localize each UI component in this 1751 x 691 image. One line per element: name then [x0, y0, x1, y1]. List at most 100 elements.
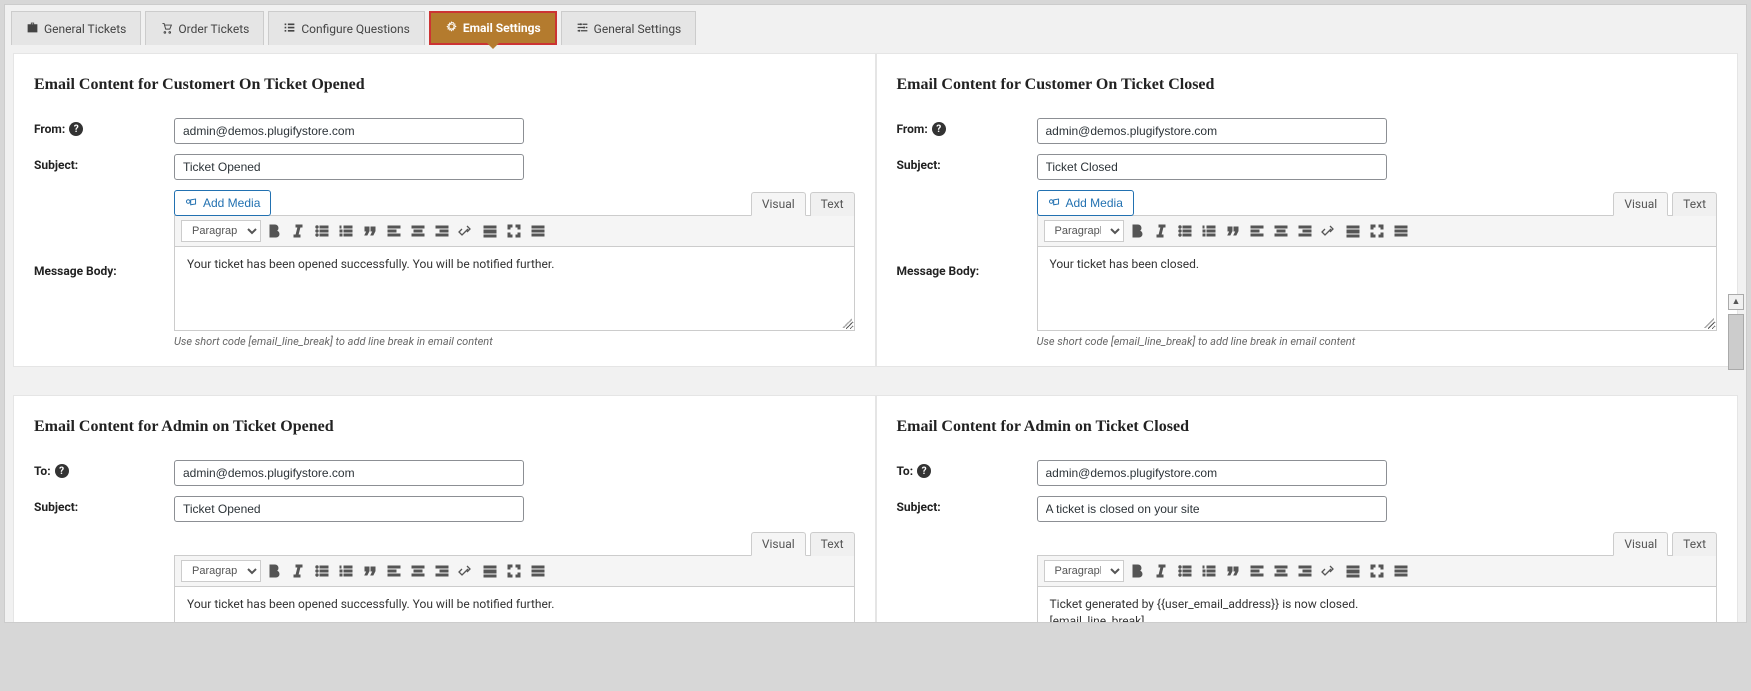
bullet-list-icon[interactable]: [311, 560, 333, 582]
numbered-list-icon[interactable]: [335, 220, 357, 242]
italic-icon[interactable]: [1150, 560, 1172, 582]
align-left-icon[interactable]: [383, 560, 405, 582]
panel-heading: Email Content for Customer On Ticket Clo…: [897, 76, 1718, 94]
scrollbar-thumb[interactable]: [1728, 314, 1744, 370]
editor-body[interactable]: Ticket generated by {{user_email_address…: [1037, 587, 1718, 623]
align-right-icon[interactable]: [1294, 220, 1316, 242]
from-input[interactable]: [174, 118, 524, 144]
editor: Add Media Visual Text Paragraph: [174, 190, 855, 348]
help-icon[interactable]: ?: [917, 464, 931, 478]
align-right-icon[interactable]: [431, 220, 453, 242]
toolbar-toggle-icon[interactable]: [1390, 220, 1412, 242]
editor-tab-visual[interactable]: Visual: [751, 532, 806, 556]
tab-general-tickets[interactable]: General Tickets: [11, 11, 141, 45]
bullet-list-icon[interactable]: [311, 220, 333, 242]
bold-icon[interactable]: [1126, 220, 1148, 242]
editor-tab-text[interactable]: Text: [1672, 192, 1717, 216]
bold-icon[interactable]: [1126, 560, 1148, 582]
list-icon: [283, 21, 296, 37]
numbered-list-icon[interactable]: [1198, 560, 1220, 582]
italic-icon[interactable]: [287, 220, 309, 242]
read-more-icon[interactable]: [1342, 560, 1364, 582]
bullet-list-icon[interactable]: [1174, 560, 1196, 582]
numbered-list-icon[interactable]: [1198, 220, 1220, 242]
editor-body[interactable]: Your ticket has been closed.: [1037, 247, 1718, 331]
link-icon[interactable]: [1318, 220, 1340, 242]
format-select[interactable]: Paragraph: [181, 560, 261, 582]
editor-body[interactable]: Your ticket has been opened successfully…: [174, 587, 855, 623]
toolbar-toggle-icon[interactable]: [527, 560, 549, 582]
subject-input[interactable]: [1037, 496, 1387, 522]
subject-input[interactable]: [174, 496, 524, 522]
add-media-button[interactable]: Add Media: [174, 190, 271, 216]
editor: Visual Text Paragraph: [174, 532, 855, 623]
blockquote-icon[interactable]: [359, 560, 381, 582]
fullscreen-icon[interactable]: [503, 560, 525, 582]
body-label: Message Body:: [897, 260, 1037, 278]
briefcase-icon: [26, 21, 39, 37]
fullscreen-icon[interactable]: [503, 220, 525, 242]
blockquote-icon[interactable]: [1222, 220, 1244, 242]
editor-tab-visual[interactable]: Visual: [751, 192, 806, 216]
fullscreen-icon[interactable]: [1366, 220, 1388, 242]
subject-input[interactable]: [174, 154, 524, 180]
align-right-icon[interactable]: [1294, 560, 1316, 582]
subject-input[interactable]: [1037, 154, 1387, 180]
editor: Add Media Visual Text Paragraph: [1037, 190, 1718, 348]
blockquote-icon[interactable]: [359, 220, 381, 242]
help-icon[interactable]: ?: [932, 122, 946, 136]
italic-icon[interactable]: [287, 560, 309, 582]
help-icon[interactable]: ?: [55, 464, 69, 478]
tab-configure-questions[interactable]: Configure Questions: [268, 11, 425, 45]
read-more-icon[interactable]: [479, 560, 501, 582]
editor-tab-visual[interactable]: Visual: [1613, 532, 1668, 556]
scroll-up-icon[interactable]: ▲: [1728, 294, 1744, 310]
editor-tab-text[interactable]: Text: [1672, 532, 1717, 556]
add-media-button[interactable]: Add Media: [1037, 190, 1134, 216]
to-input[interactable]: [174, 460, 524, 486]
editor-tab-visual[interactable]: Visual: [1613, 192, 1668, 216]
link-icon[interactable]: [1318, 560, 1340, 582]
editor-tab-text[interactable]: Text: [810, 532, 855, 556]
editor-tab-text[interactable]: Text: [810, 192, 855, 216]
bold-icon[interactable]: [263, 560, 285, 582]
media-icon: [1048, 195, 1061, 211]
editor-toolbar: Paragraph: [174, 555, 855, 587]
numbered-list-icon[interactable]: [335, 560, 357, 582]
tab-general-settings[interactable]: General Settings: [561, 11, 697, 45]
format-select[interactable]: Paragraph: [181, 220, 261, 242]
italic-icon[interactable]: [1150, 220, 1172, 242]
subject-label: Subject:: [897, 496, 1037, 514]
toolbar-toggle-icon[interactable]: [527, 220, 549, 242]
blockquote-icon[interactable]: [1222, 560, 1244, 582]
media-icon: [185, 195, 198, 211]
align-center-icon[interactable]: [407, 560, 429, 582]
tab-email-settings[interactable]: Email Settings: [429, 11, 557, 45]
align-left-icon[interactable]: [1246, 560, 1268, 582]
align-center-icon[interactable]: [1270, 560, 1292, 582]
panels-grid: Email Content for Customert On Ticket Op…: [5, 45, 1746, 623]
align-left-icon[interactable]: [1246, 220, 1268, 242]
body-label: Message Body:: [34, 260, 174, 278]
align-center-icon[interactable]: [1270, 220, 1292, 242]
toolbar-toggle-icon[interactable]: [1390, 560, 1412, 582]
align-center-icon[interactable]: [407, 220, 429, 242]
read-more-icon[interactable]: [479, 220, 501, 242]
format-select[interactable]: Paragraph: [1044, 220, 1124, 242]
from-input[interactable]: [1037, 118, 1387, 144]
link-icon[interactable]: [455, 220, 477, 242]
bold-icon[interactable]: [263, 220, 285, 242]
align-right-icon[interactable]: [431, 560, 453, 582]
tab-order-tickets[interactable]: Order Tickets: [145, 11, 264, 45]
tab-label: Email Settings: [463, 21, 541, 35]
read-more-icon[interactable]: [1342, 220, 1364, 242]
fullscreen-icon[interactable]: [1366, 560, 1388, 582]
help-icon[interactable]: ?: [69, 122, 83, 136]
format-select[interactable]: Paragraph: [1044, 560, 1124, 582]
bullet-list-icon[interactable]: [1174, 220, 1196, 242]
to-label: To:?: [897, 460, 1037, 478]
editor-body[interactable]: Your ticket has been opened successfully…: [174, 247, 855, 331]
link-icon[interactable]: [455, 560, 477, 582]
align-left-icon[interactable]: [383, 220, 405, 242]
to-input[interactable]: [1037, 460, 1387, 486]
